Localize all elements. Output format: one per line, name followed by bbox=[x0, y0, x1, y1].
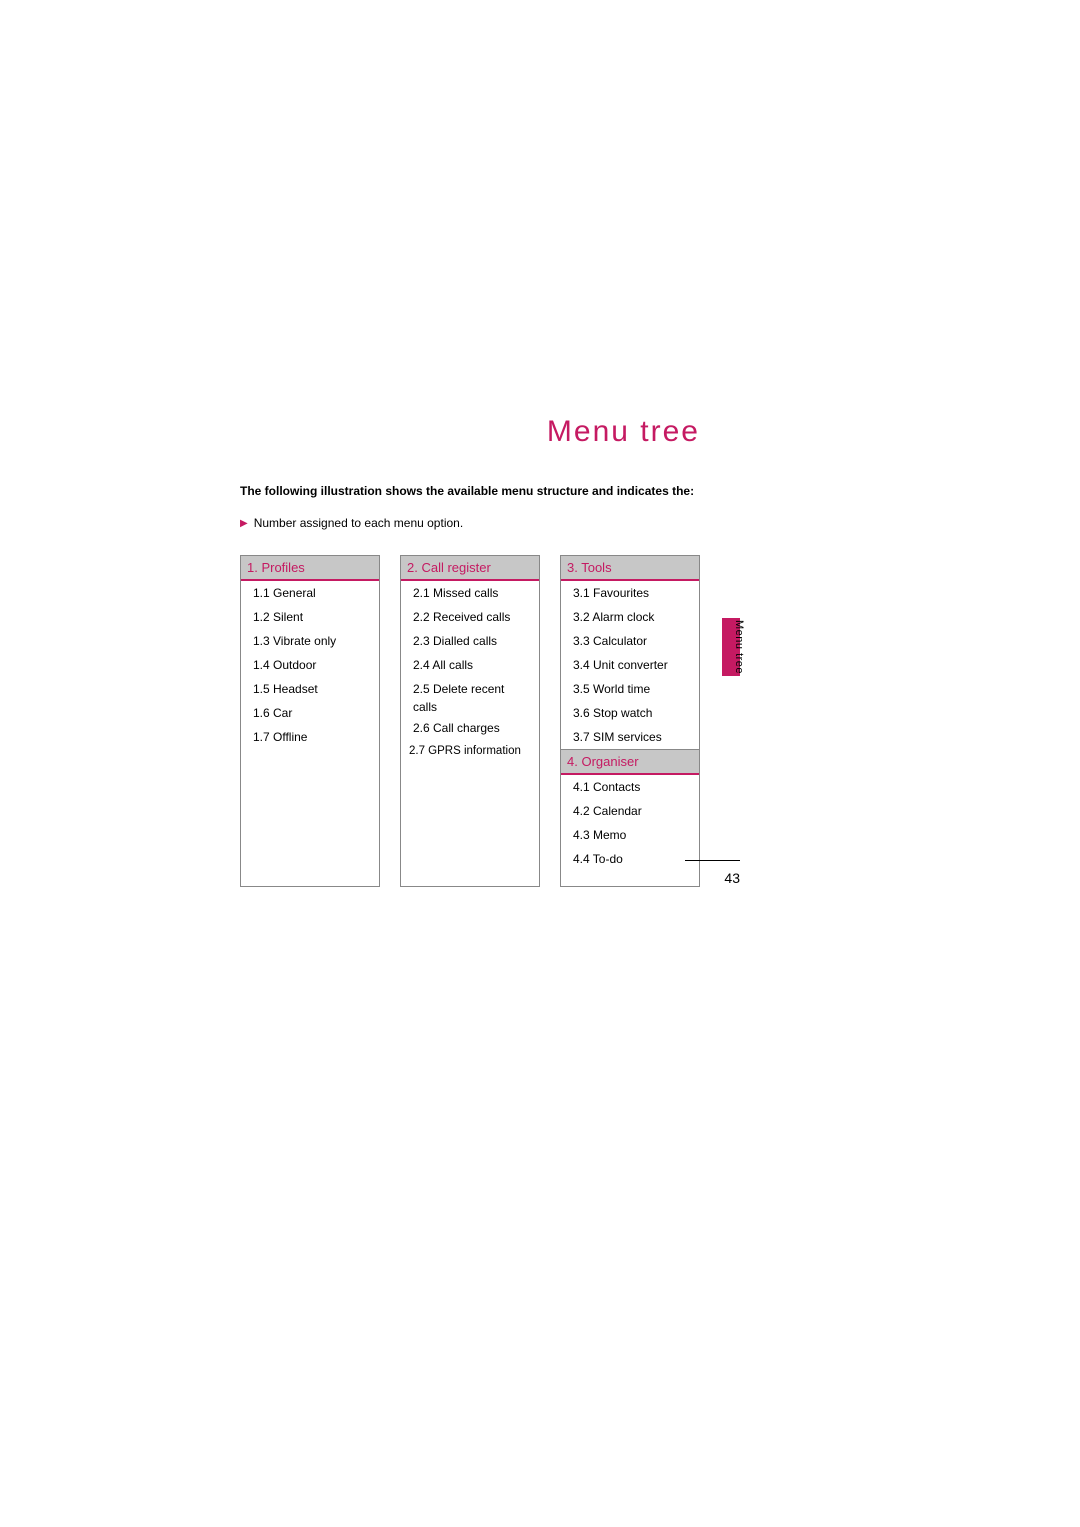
menu-item: 1.3 Vibrate only bbox=[241, 629, 379, 653]
menu-item: 3.3 Calculator bbox=[561, 629, 699, 653]
menu-columns: 1. Profiles 1.1 General 1.2 Silent 1.3 V… bbox=[240, 555, 740, 887]
page-number: 43 bbox=[724, 870, 740, 886]
menu-box-profiles: 1. Profiles 1.1 General 1.2 Silent 1.3 V… bbox=[240, 555, 380, 887]
menu-item: 3.5 World time bbox=[561, 677, 699, 701]
column-3: 3. Tools 3.1 Favourites 3.2 Alarm clock … bbox=[560, 555, 700, 887]
bullet-line: ▶ Number assigned to each menu option. bbox=[240, 516, 740, 530]
menu-item: 4.2 Calendar bbox=[561, 799, 699, 823]
menu-item: 4.3 Memo bbox=[561, 823, 699, 847]
menu-item: 2.5 Delete recent calls bbox=[401, 677, 539, 716]
bullet-text: Number assigned to each menu option. bbox=[254, 516, 463, 530]
menu-item: 4.1 Contacts bbox=[561, 775, 699, 799]
menu-item: 4.4 To-do bbox=[561, 847, 699, 871]
menu-item: 1.2 Silent bbox=[241, 605, 379, 629]
section-header-organiser: 4. Organiser bbox=[561, 749, 699, 775]
section-header-call-register: 2. Call register bbox=[401, 556, 539, 581]
side-label: Menu tree bbox=[733, 620, 745, 674]
menu-item: 1.4 Outdoor bbox=[241, 653, 379, 677]
menu-item: 3.4 Unit converter bbox=[561, 653, 699, 677]
menu-box-call-register: 2. Call register 2.1 Missed calls 2.2 Re… bbox=[400, 555, 540, 887]
page-title: Menu tree bbox=[240, 415, 740, 449]
menu-item: 1.1 General bbox=[241, 581, 379, 605]
menu-item: 1.6 Car bbox=[241, 701, 379, 725]
menu-item: 3.7 SIM services bbox=[561, 725, 699, 749]
menu-item: 2.3 Dialled calls bbox=[401, 629, 539, 653]
intro-text: The following illustration shows the ava… bbox=[240, 484, 740, 498]
menu-item: 3.1 Favourites bbox=[561, 581, 699, 605]
column-2: 2. Call register 2.1 Missed calls 2.2 Re… bbox=[400, 555, 540, 887]
arrow-right-icon: ▶ bbox=[240, 518, 248, 529]
column-1: 1. Profiles 1.1 General 1.2 Silent 1.3 V… bbox=[240, 555, 380, 887]
menu-item: 2.4 All calls bbox=[401, 653, 539, 677]
menu-item: 2.6 Call charges bbox=[401, 716, 539, 740]
menu-item: 2.2 Received calls bbox=[401, 605, 539, 629]
page-number-divider bbox=[685, 860, 740, 861]
menu-item: 3.2 Alarm clock bbox=[561, 605, 699, 629]
menu-item: 1.7 Offline bbox=[241, 725, 379, 749]
section-header-tools: 3. Tools bbox=[561, 556, 699, 581]
menu-box-tools-organiser: 3. Tools 3.1 Favourites 3.2 Alarm clock … bbox=[560, 555, 700, 887]
menu-item: 2.1 Missed calls bbox=[401, 581, 539, 605]
section-header-profiles: 1. Profiles bbox=[241, 556, 379, 581]
menu-item: 2.7 GPRS information bbox=[401, 740, 539, 763]
menu-item: 1.5 Headset bbox=[241, 677, 379, 701]
menu-item: 3.6 Stop watch bbox=[561, 701, 699, 725]
